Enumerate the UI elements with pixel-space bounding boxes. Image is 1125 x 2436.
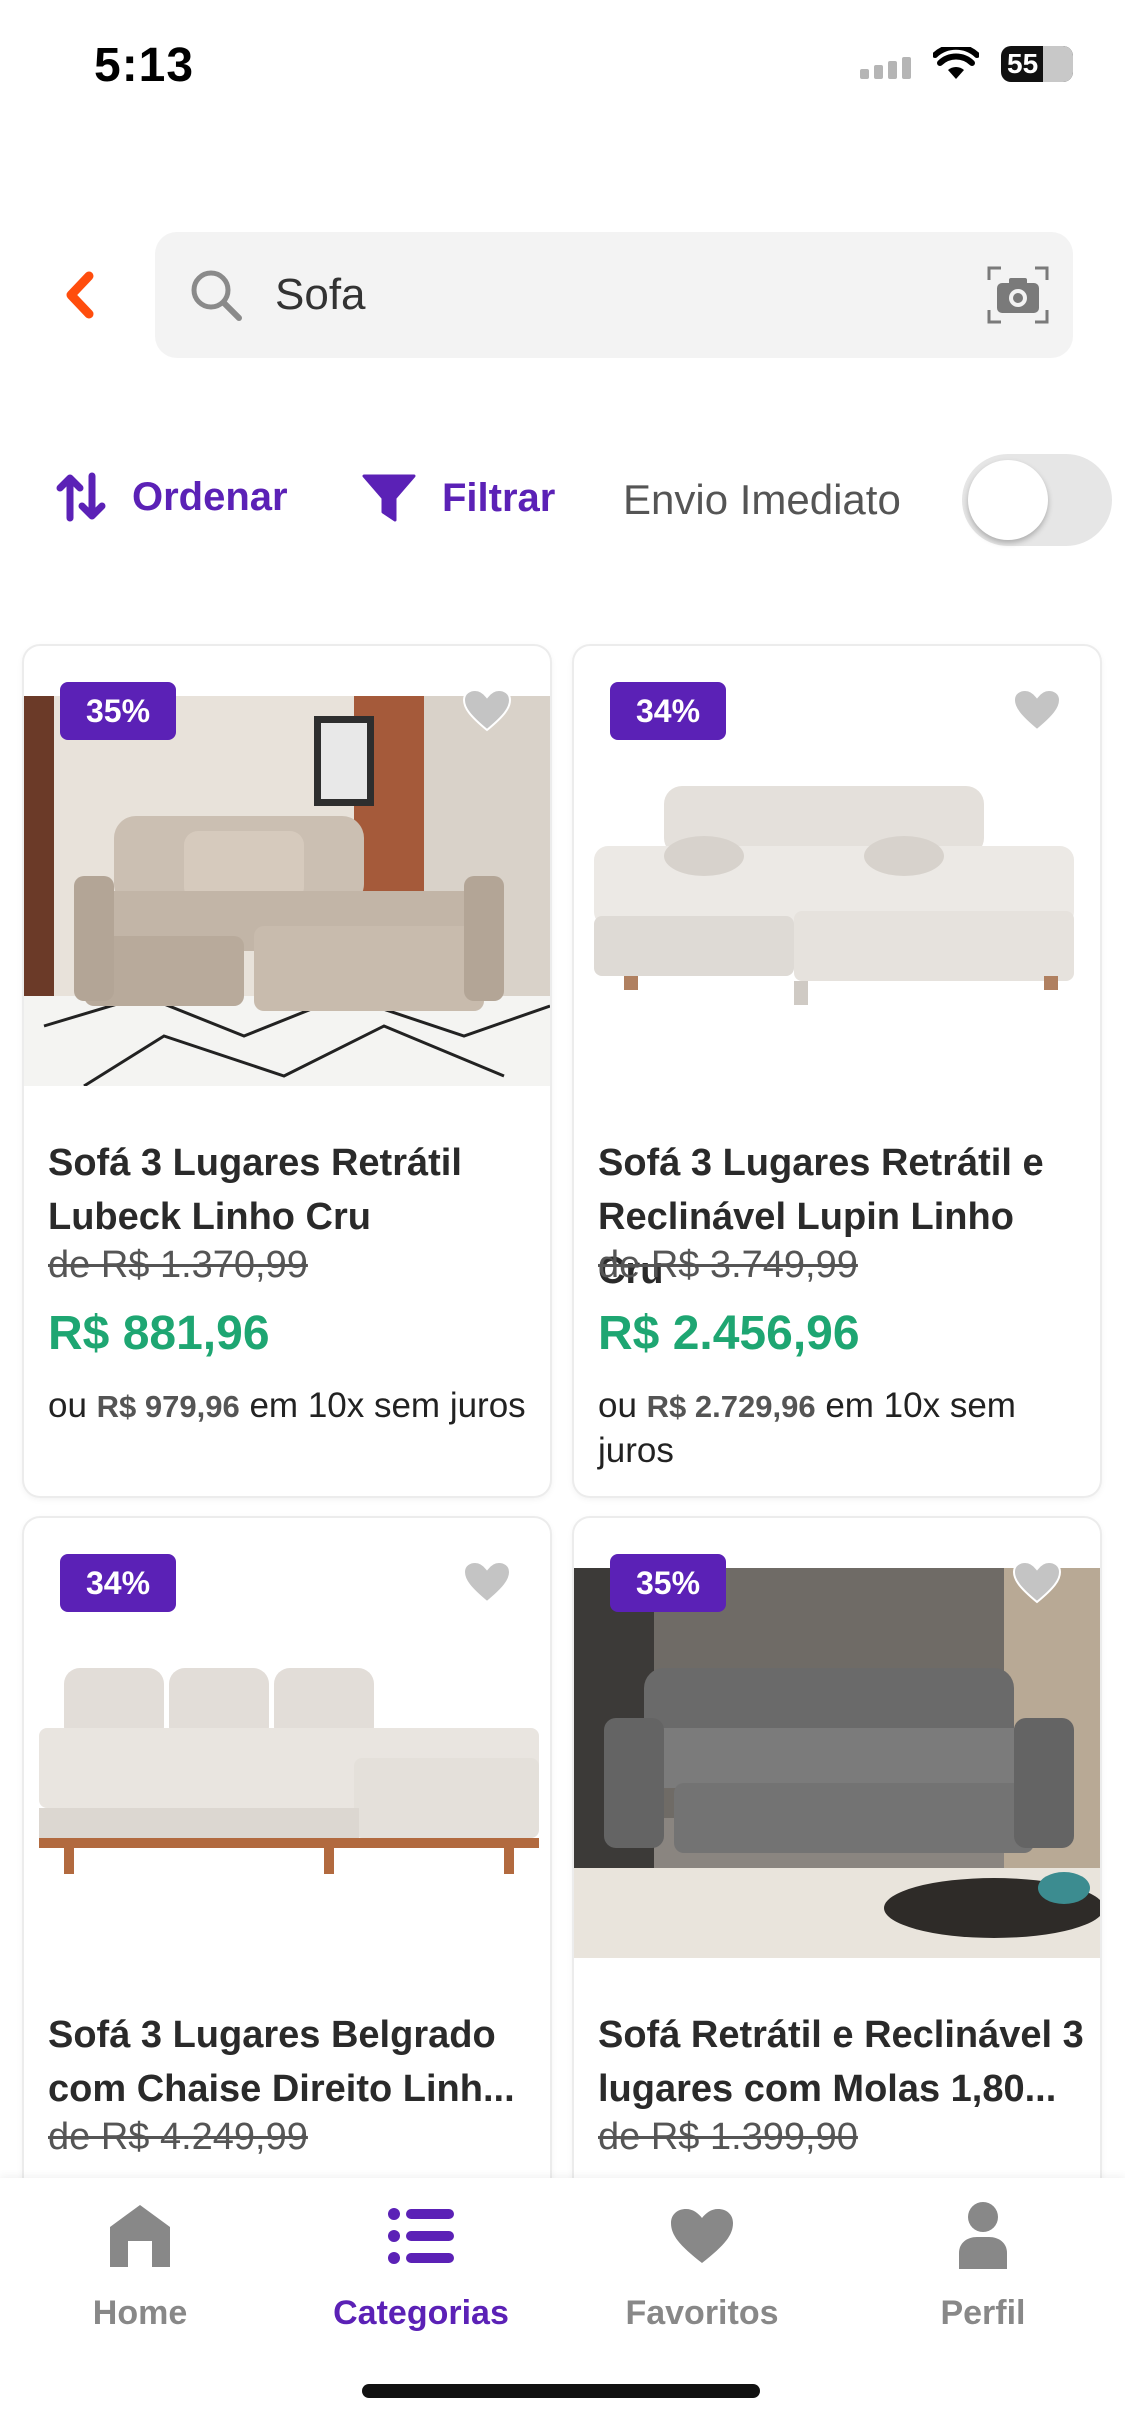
product-image	[574, 696, 1100, 1086]
filter-button[interactable]: Filtrar	[362, 472, 555, 524]
product-card[interactable]: 35% Sofá 3 Lugares Retrátil Lubeck Linho…	[24, 646, 550, 1496]
search-query: Sofa	[275, 270, 366, 319]
old-price: de R$ 1.399,90	[598, 2116, 858, 2158]
person-icon	[959, 2202, 1007, 2269]
home-icon	[110, 2205, 170, 2267]
tab-label: Categorias	[333, 2294, 509, 2332]
back-button[interactable]	[54, 265, 104, 325]
product-image	[574, 1568, 1100, 1958]
tab-perfil[interactable]: Perfil	[873, 2196, 1093, 2346]
funnel-icon	[362, 474, 416, 522]
signal-icon	[860, 49, 911, 79]
installment-amount: R$ 979,96	[96, 1389, 240, 1424]
tab-label: Home	[92, 2294, 188, 2332]
installment-info: ou R$ 979,96 em 10x sem juros	[48, 1384, 534, 1429]
filter-label: Filtrar	[442, 475, 556, 520]
heart-icon[interactable]	[1012, 688, 1062, 732]
product-title-line2: lugares com Molas 1,80...	[598, 2068, 1057, 2110]
sort-button[interactable]: Ordenar	[56, 472, 288, 522]
installment-suffix: em 10x sem juros	[249, 1386, 526, 1425]
status-bar: 5:13 55	[0, 0, 1125, 140]
price: R$ 881,96	[48, 1307, 270, 1360]
envio-imediato-label: Envio Imediato	[623, 476, 901, 523]
discount-badge: 34%	[610, 682, 726, 740]
tab-label: Perfil	[940, 2294, 1026, 2332]
old-price: de R$ 4.249,99	[48, 2116, 308, 2158]
heart-icon[interactable]	[462, 1560, 512, 1604]
product-title-line1: Sofá 3 Lugares Retrátil e	[598, 1142, 1044, 1184]
product-image	[24, 696, 550, 1086]
toggle-knob	[968, 460, 1048, 540]
product-title-line2: com Chaise Direito Linh...	[48, 2068, 515, 2110]
tab-home[interactable]: Home	[30, 2196, 250, 2346]
battery-icon: 55	[1001, 46, 1073, 82]
filter-row: Ordenar Filtrar Envio Imediato	[0, 450, 1125, 560]
product-title-line2: Lubeck Linho Cru	[48, 1196, 371, 1238]
heart-icon	[671, 2209, 733, 2263]
product-title-line1: Sofá Retrátil e Reclinável 3	[598, 2014, 1084, 2056]
envio-imediato-toggle[interactable]	[962, 454, 1112, 546]
installment-amount: R$ 2.729,96	[646, 1389, 816, 1424]
tab-label: Favoritos	[625, 2294, 779, 2332]
product-title: Sofá Retrátil e Reclinável 3 lugares com…	[598, 2008, 1084, 2116]
tab-favoritos[interactable]: Favoritos	[592, 2196, 812, 2346]
search-icon	[191, 270, 242, 321]
old-price: de R$ 1.370,99	[48, 1244, 308, 1286]
tab-categorias[interactable]: Categorias	[311, 2196, 531, 2346]
heart-icon[interactable]	[1012, 1560, 1062, 1604]
wifi-icon	[933, 47, 979, 79]
old-price: de R$ 3.749,99	[598, 1244, 858, 1286]
sort-arrows-icon	[56, 472, 106, 522]
product-title-line1: Sofá 3 Lugares Retrátil	[48, 1142, 462, 1184]
product-title: Sofá 3 Lugares Retrátil Lubeck Linho Cru	[48, 1136, 534, 1244]
product-image	[24, 1568, 550, 1958]
status-icons: 55	[860, 46, 1073, 82]
product-card[interactable]: 34% Sofá 3 Lugares Retrátil e Reclinável…	[574, 646, 1100, 1496]
battery-level: 55	[1007, 48, 1039, 79]
chevron-left-icon	[66, 271, 94, 319]
list-icon	[388, 2208, 454, 2264]
discount-badge: 35%	[60, 682, 176, 740]
camera-search-icon[interactable]	[987, 266, 1049, 324]
search-input[interactable]: Sofa	[155, 232, 1073, 358]
discount-badge: 34%	[60, 1554, 176, 1612]
product-title: Sofá 3 Lugares Belgrado com Chaise Direi…	[48, 2008, 534, 2116]
sort-label: Ordenar	[132, 474, 288, 519]
home-indicator	[362, 2384, 760, 2398]
installment-prefix: ou	[598, 1386, 637, 1425]
status-time: 5:13	[94, 39, 195, 92]
product-title-line1: Sofá 3 Lugares Belgrado	[48, 2014, 496, 2056]
heart-icon[interactable]	[462, 688, 512, 732]
installment-prefix: ou	[48, 1386, 87, 1425]
screen: 5:13 55 Sofa Ordenar Filtrar Envio Imedi…	[0, 0, 1125, 2436]
installment-info: ou R$ 2.729,96 em 10x sem juros	[598, 1384, 1084, 1473]
discount-badge: 35%	[610, 1554, 726, 1612]
price: R$ 2.456,96	[598, 1307, 860, 1360]
